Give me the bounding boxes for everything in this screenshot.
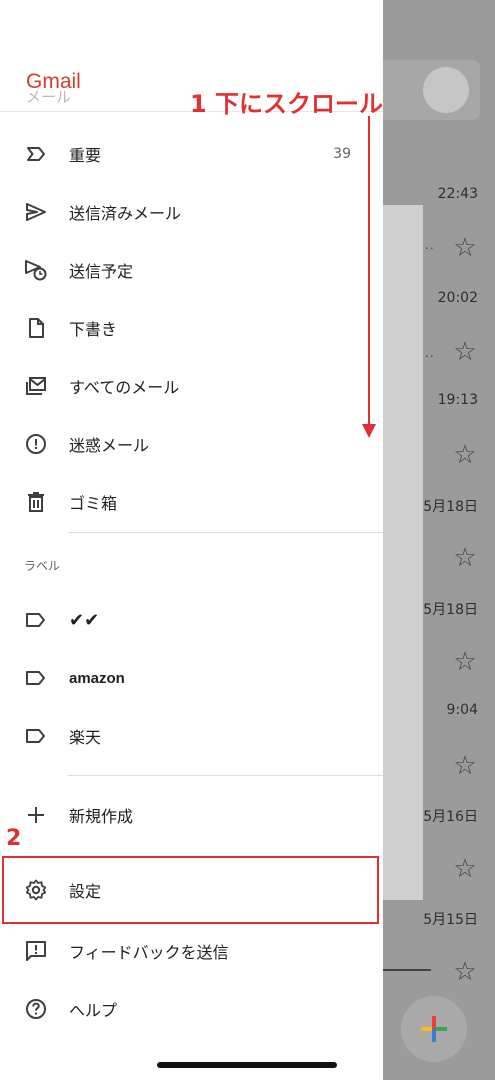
home-indicator[interactable] [157, 1062, 337, 1068]
annotation-highlight-box [2, 856, 379, 924]
create-new-label-button[interactable]: 新規作成 [0, 786, 383, 844]
drawer-item-feedback[interactable]: フィードバックを送信 [0, 922, 383, 980]
annotation-arrow-line [368, 116, 370, 426]
unread-count: 39 [333, 146, 351, 162]
drawer-subtitle: メール [26, 88, 72, 106]
star-icon[interactable]: ☆ [451, 752, 479, 780]
divider [68, 775, 383, 776]
drawer-item-label-rakuten[interactable]: 楽天 [0, 707, 383, 765]
drawer-item-all-mail[interactable]: すべてのメール [0, 357, 383, 415]
label-icon [26, 613, 45, 627]
drawer-item-label: フィードバックを送信 [69, 943, 229, 962]
trash-icon [28, 492, 44, 512]
drawer-item-label: ヘルプ [69, 1001, 118, 1020]
snippet-line [383, 969, 431, 971]
email-time: 5月16日 [423, 809, 478, 825]
divider [68, 532, 383, 533]
email-time: 9:04 [446, 702, 478, 718]
snippet-dots: .. [425, 238, 435, 252]
drawer-item-trash[interactable]: ゴミ箱 [0, 473, 383, 531]
star-icon[interactable]: ☆ [451, 234, 479, 262]
spam-icon [26, 434, 46, 454]
email-time: 19:13 [437, 392, 478, 408]
email-time: 5月15日 [423, 912, 478, 928]
draft-icon [29, 318, 44, 338]
email-time: 5月18日 [423, 602, 478, 618]
drawer-item-label: ✔✔ [69, 609, 100, 631]
drawer-item-label: 下書き [69, 320, 118, 339]
star-icon[interactable]: ☆ [451, 441, 479, 469]
drawer-item-label: 楽天 [69, 728, 102, 747]
drawer-item-label: 新規作成 [69, 807, 134, 826]
star-icon[interactable]: ☆ [451, 648, 479, 676]
star-icon[interactable]: ☆ [451, 338, 479, 366]
drawer-item-label: ゴミ箱 [69, 494, 118, 513]
avatar[interactable] [423, 67, 469, 113]
label-important-icon [27, 147, 45, 161]
scrollbar[interactable] [383, 205, 423, 900]
drawer-item-scheduled[interactable]: 送信予定 [0, 241, 383, 299]
star-icon[interactable]: ☆ [451, 958, 479, 986]
drawer-item-label: 送信予定 [69, 262, 134, 281]
compose-plus-icon [421, 1016, 447, 1042]
drawer-item-label: 重要 [69, 146, 102, 165]
drawer-item-spam[interactable]: 迷惑メール [0, 415, 383, 473]
drawer-item-drafts[interactable]: 下書き [0, 299, 383, 357]
email-time: 22:43 [437, 186, 478, 202]
help-icon [26, 999, 46, 1019]
drawer-item-label: amazon [69, 669, 125, 687]
drawer-item-help[interactable]: ヘルプ [0, 980, 383, 1038]
plus-icon [28, 807, 44, 823]
drawer-item-important[interactable]: 重要 39 [0, 125, 383, 183]
label-icon [26, 671, 45, 685]
email-time: 20:02 [437, 290, 478, 306]
drawer-item-label: 送信済みメール [69, 204, 182, 223]
feedback-icon [26, 941, 46, 961]
labels-section-header: ラベル [24, 559, 61, 573]
scheduled-send-icon [25, 260, 47, 281]
annotation-arrow-head [362, 424, 376, 438]
all-mail-icon [26, 377, 46, 395]
send-icon [26, 203, 46, 221]
drawer-item-label: すべてのメール [69, 378, 180, 397]
annotation-step1: 1 下にスクロール [190, 90, 384, 118]
drawer-item-label: 迷惑メール [69, 436, 150, 455]
drawer-item-sent[interactable]: 送信済みメール [0, 183, 383, 241]
annotation-step2: 2 [6, 826, 22, 851]
drawer-item-label-amazon[interactable]: amazon [0, 649, 383, 707]
star-icon[interactable]: ☆ [451, 544, 479, 572]
email-time: 5月18日 [423, 499, 478, 515]
snippet-dots: .. [425, 346, 435, 360]
star-icon[interactable]: ☆ [451, 855, 479, 883]
drawer-item-label-checkmarks[interactable]: ✔✔ [0, 591, 383, 649]
label-icon [26, 729, 45, 743]
